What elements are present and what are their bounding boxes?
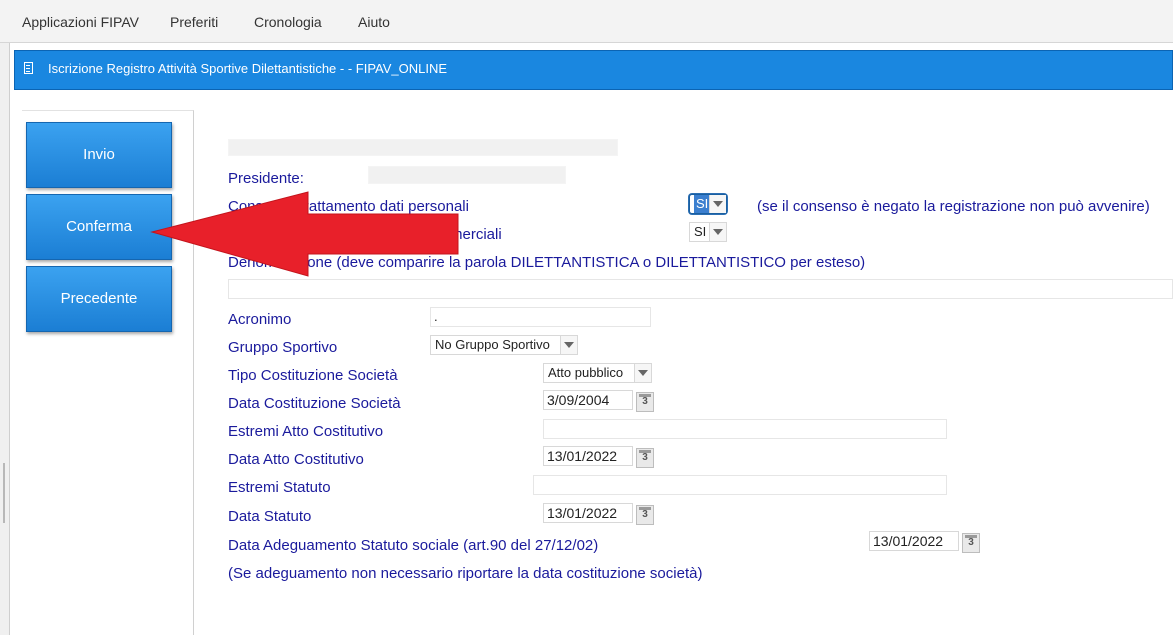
presidente-label: Presidente: [228, 170, 304, 187]
splitter-grip[interactable] [3, 463, 5, 523]
invio-button[interactable]: Invio [26, 122, 172, 188]
adeguamento-note: (Se adeguamento non necessario riportare… [228, 565, 703, 582]
calendar-icon[interactable]: 3 [962, 533, 980, 553]
sidebar-panel [22, 110, 194, 635]
data-adeguamento-label: Data Adeguamento Statuto sociale (art.90… [228, 537, 599, 554]
consenso-hint: (se il consenso è negato la registrazion… [757, 198, 1150, 215]
data-costituzione-input[interactable]: 3/09/2004 [543, 390, 633, 410]
chevron-down-icon [560, 336, 577, 354]
data-statuto-label: Data Statuto [228, 508, 312, 525]
menu-applicazioni-fipav[interactable]: Applicazioni FIPAV [22, 14, 139, 30]
data-adeguamento-input[interactable]: 13/01/2022 [869, 531, 959, 551]
tipo-costituzione-select[interactable]: Atto pubblico [543, 363, 652, 383]
menu-cronologia[interactable]: Cronologia [254, 14, 322, 30]
estremi-atto-field[interactable] [543, 419, 947, 439]
redacted-field [228, 139, 618, 156]
consenso-commerciali-select[interactable]: SI [689, 222, 727, 242]
data-statuto-input[interactable]: 13/01/2022 [543, 503, 633, 523]
menu-aiuto[interactable]: Aiuto [358, 14, 390, 30]
gruppo-sportivo-value: No Gruppo Sportivo [435, 337, 550, 352]
acronimo-label: Acronimo [228, 311, 292, 328]
chevron-down-icon [709, 223, 726, 241]
presidente-field[interactable] [368, 166, 566, 184]
estremi-atto-label: Estremi Atto Costitutivo [228, 423, 384, 440]
denominazione-field[interactable] [228, 279, 1173, 299]
tipo-costituzione-label: Tipo Costituzione Società [228, 367, 398, 384]
gruppo-sportivo-label: Gruppo Sportivo [228, 339, 338, 356]
estremi-statuto-field[interactable] [533, 475, 947, 495]
consenso-personali-value: SI [694, 195, 711, 213]
consenso-personali-select[interactable]: SI [689, 194, 727, 214]
data-atto-input[interactable]: 13/01/2022 [543, 446, 633, 466]
gruppo-sportivo-select[interactable]: No Gruppo Sportivo [430, 335, 578, 355]
red-arrow-annotation [150, 191, 459, 277]
calendar-icon[interactable]: 3 [636, 392, 654, 412]
window-title: Iscrizione Registro Attività Sportive Di… [48, 61, 448, 76]
chevron-down-icon [709, 195, 726, 213]
calendar-icon[interactable]: 3 [636, 505, 654, 525]
tipo-costituzione-value: Atto pubblico [548, 365, 624, 380]
menu-preferiti[interactable]: Preferiti [170, 14, 218, 30]
acronimo-field[interactable]: . [430, 307, 651, 327]
document-icon [24, 62, 33, 74]
data-costituzione-label: Data Costituzione Società [228, 395, 401, 412]
estremi-statuto-label: Estremi Statuto [228, 479, 331, 496]
chevron-down-icon [634, 364, 651, 382]
splitter[interactable] [0, 43, 10, 635]
data-atto-label: Data Atto Costitutivo [228, 451, 364, 468]
window-title-bar: Iscrizione Registro Attività Sportive Di… [14, 50, 1173, 90]
consenso-commerciali-value: SI [694, 224, 707, 239]
calendar-icon[interactable]: 3 [636, 448, 654, 468]
menu-bar: Applicazioni FIPAV Preferiti Cronologia … [0, 0, 1173, 43]
